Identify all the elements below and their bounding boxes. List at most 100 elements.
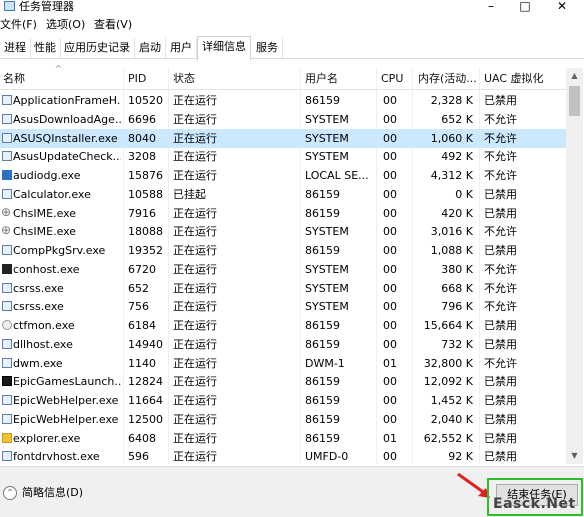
cell-status: 正在运行 [173,206,217,220]
cell-uac: 不允许 [484,131,517,145]
menu-options[interactable]: 选项(O) [46,17,85,33]
cell-pid: 12824 [128,375,163,389]
cell-memory: 732 K [441,337,473,351]
process-icon [1,203,12,222]
cell-username: SYSTEM [305,281,349,295]
process-icon [2,151,12,162]
column-uac-virtualization[interactable]: UAC 虚拟化 [484,70,544,88]
cell-username: 86159 [305,375,340,389]
table-row[interactable]: EpicWebHelper.exe 12500 正在运行 86159 00 2,040 K… [0,410,566,429]
scroll-down-icon[interactable]: ▼ [566,448,583,464]
cell-uac: 不允许 [484,150,517,164]
table-row[interactable]: EpicGamesLaunch... 12824 正在运行 86159 00 12,092… [0,372,566,391]
cell-status: 正在运行 [173,150,217,164]
tab-users[interactable]: 用户 [166,38,197,58]
column-status[interactable]: 状态 [173,70,195,88]
cell-username: SYSTEM [305,112,349,126]
cell-status: 正在运行 [173,169,217,182]
cell-status: 正在运行 [173,131,217,145]
table-row[interactable]: ctfmon.exe 6184 正在运行 86159 00 15,664 K 已禁用 [0,316,566,335]
cell-status: 正在运行 [173,262,217,276]
menu-view[interactable]: 查看(V) [94,17,132,33]
cell-memory: 668 K [441,281,473,295]
table-row[interactable]: dllhost.exe 14940 正在运行 86159 00 732 K 已禁用 [0,335,566,354]
scroll-up-icon[interactable]: ▲ [566,68,583,84]
cell-username: LOCAL SE... [305,169,369,182]
cell-memory: 420 K [441,206,473,220]
vertical-scrollbar[interactable] [566,68,583,464]
column-username[interactable]: 用户名 [305,70,338,88]
table-row[interactable]: conhost.exe 6720 正在运行 SYSTEM 00 380 K 不允许 [0,260,566,279]
process-icon [2,451,12,462]
tab-services[interactable]: 服务 [252,38,283,58]
cell-memory: 1,452 K [430,394,473,407]
table-row[interactable]: ChsIME.exe 7916 正在运行 86159 00 420 K 已禁用 [0,203,566,223]
process-icon [2,170,12,180]
cell-name: EpicWebHelper.exe [13,394,119,407]
table-row[interactable]: ApplicationFrameH... 10520 正在运行 86159 00 2,32… [0,91,566,110]
table-row[interactable]: Calculator.exe 10588 已挂起 86159 00 0 K 已禁用 [0,185,566,204]
cell-pid: 1140 [128,356,156,370]
table-row[interactable]: csrss.exe 756 正在运行 SYSTEM 00 796 K 不允许 [0,297,566,316]
cell-cpu: 00 [383,244,397,257]
tab-app-history[interactable]: 应用历史记录 [60,38,135,58]
tab-performance[interactable]: 性能 [30,38,61,58]
cell-memory: 2,328 K [430,94,473,107]
sort-ascending-icon: ^ [55,64,62,73]
cell-uac: 已禁用 [484,450,517,464]
cell-name: ApplicationFrameH... [13,94,121,107]
cell-status: 正在运行 [173,300,217,314]
cell-uac: 不允许 [484,300,517,314]
table-row[interactable]: explorer.exe 6408 正在运行 86159 01 62,552 K 已禁用 [0,429,566,448]
cell-name: CompPkgSrv.exe [13,244,106,257]
process-icon [2,113,12,124]
tab-processes[interactable]: 进程 [0,38,31,58]
cell-uac: 不允许 [484,225,517,239]
tab-startup[interactable]: 启动 [135,38,166,58]
cell-cpu: 00 [383,319,397,332]
table-row[interactable]: audiodg.exe 15876 正在运行 LOCAL SE... 00 4,312 K… [0,166,566,185]
cell-pid: 7916 [128,206,156,220]
cell-uac: 已禁用 [484,431,517,445]
cell-uac: 已禁用 [484,337,517,351]
cell-memory: 15,664 K [423,319,473,332]
table-row[interactable]: dwm.exe 1140 正在运行 DWM-1 01 32,800 K 不允许 [0,354,566,373]
chevron-up-icon[interactable]: ⌃ [3,486,17,500]
process-icon [2,188,12,199]
table-row[interactable]: AsusUpdateCheck... 3208 正在运行 SYSTEM 00 492 K 不… [0,147,566,166]
column-cpu[interactable]: CPU [381,70,403,88]
column-pid[interactable]: PID [128,70,146,88]
table-row[interactable]: AsusDownloadAge... 6696 正在运行 SYSTEM 00 652 K 不… [0,110,566,129]
cell-uac: 不允许 [484,112,517,126]
minimize-button[interactable]: – [474,0,508,15]
column-memory[interactable]: 内存(活动... [418,70,477,88]
fewer-details-link[interactable]: 简略信息(D) [22,485,83,501]
table-row[interactable]: fontdrvhost.exe 596 正在运行 UMFD-0 00 92 K 已禁用 [0,447,566,466]
cell-pid: 19352 [128,244,163,257]
column-name[interactable]: 名称 [3,70,25,88]
table-row[interactable]: EpicWebHelper.exe 11664 正在运行 86159 00 1,452 K… [0,391,566,410]
cell-status: 正在运行 [173,319,217,332]
scrollbar-thumb[interactable] [569,86,580,116]
process-icon [2,282,12,293]
cell-username: 86159 [305,244,340,257]
process-icon [2,338,12,349]
menu-file[interactable]: 文件(F) [0,17,37,33]
close-button[interactable]: ✕ [545,0,579,15]
maximize-button[interactable]: □ [508,0,542,15]
cell-username: 86159 [305,337,340,351]
cell-memory: 796 K [441,300,473,314]
table-row[interactable]: ASUSQInstaller.exe 8040 正在运行 SYSTEM 00 1,060 … [0,128,566,148]
cell-uac: 不允许 [484,262,517,276]
cell-uac: 已禁用 [484,319,517,332]
cell-cpu: 00 [383,225,397,239]
cell-username: SYSTEM [305,150,349,164]
table-row[interactable]: ChsIME.exe 18088 正在运行 SYSTEM 00 3,016 K 不允许 [0,221,566,241]
cell-status: 正在运行 [173,337,217,351]
process-icon [2,395,12,405]
table-row[interactable]: csrss.exe 652 正在运行 SYSTEM 00 668 K 不允许 [0,279,566,298]
tab-details[interactable]: 详细信息 [197,36,251,61]
cell-status: 正在运行 [173,431,217,445]
cell-status: 正在运行 [173,112,217,126]
table-row[interactable]: CompPkgSrv.exe 19352 正在运行 86159 00 1,088 K 已禁用 [0,241,566,260]
